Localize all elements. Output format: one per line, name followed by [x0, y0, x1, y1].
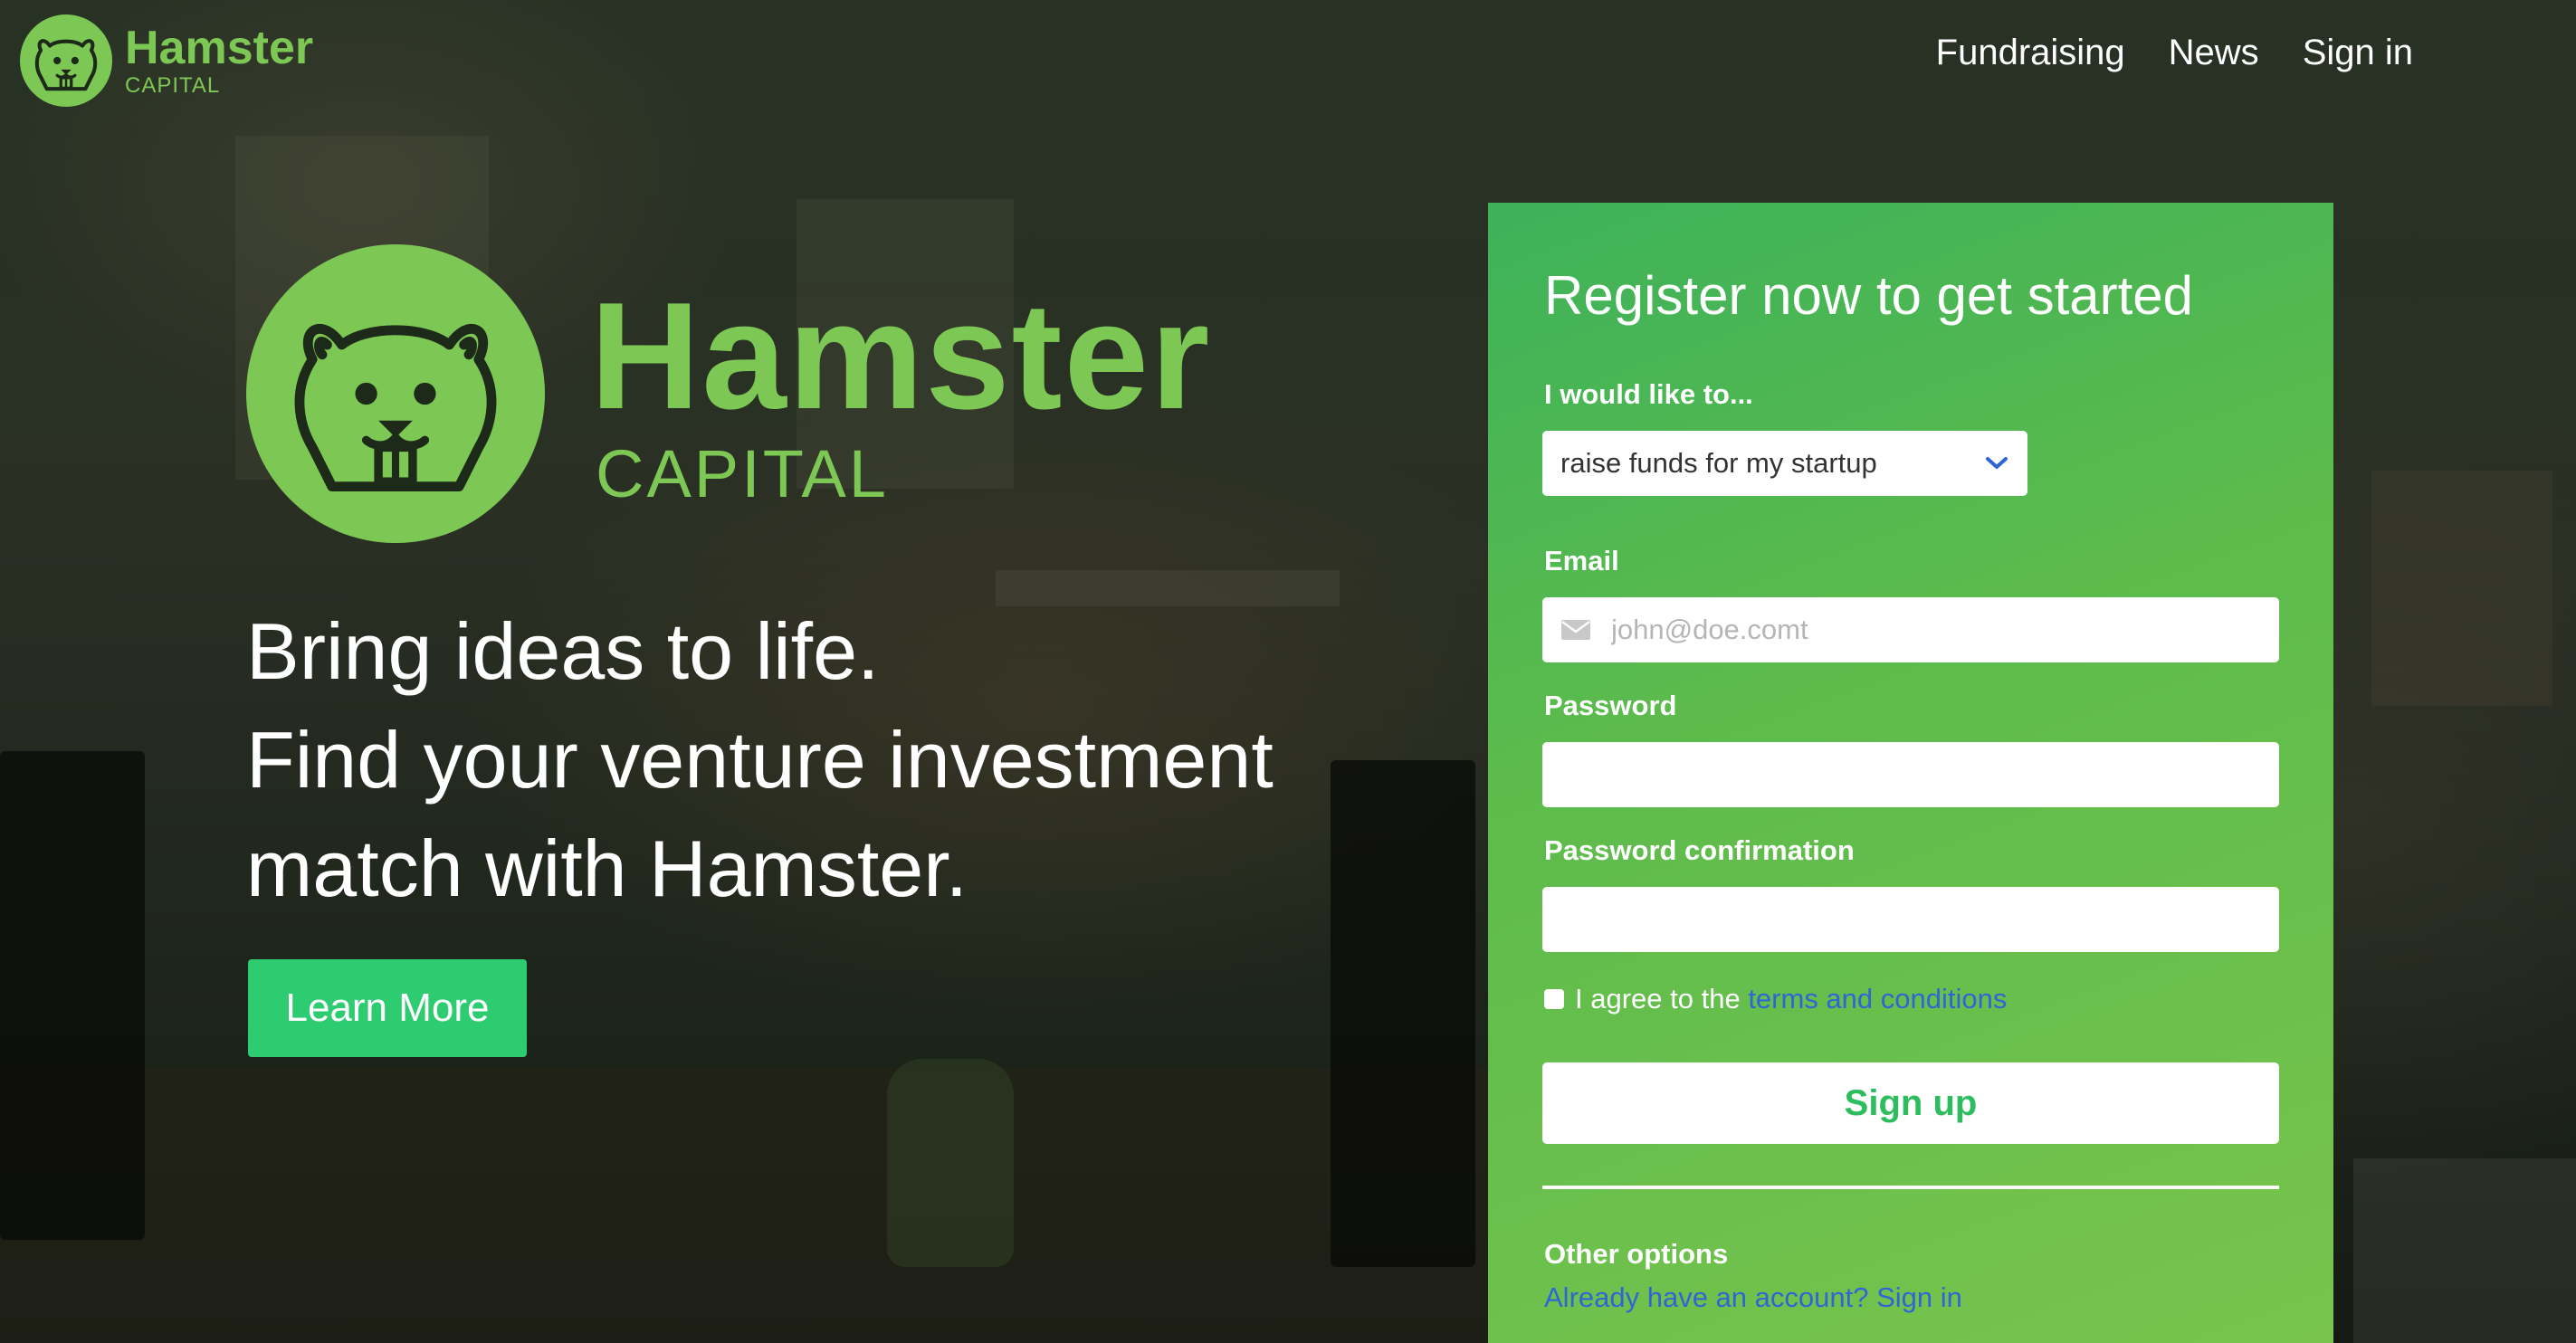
background-cabinet [2353, 1158, 2576, 1343]
nav-link-news[interactable]: News [2169, 33, 2259, 73]
hero-brand-subtitle: CAPITAL [596, 436, 889, 511]
password-confirmation-input[interactable] [1560, 886, 2261, 953]
divider [1542, 1186, 2279, 1189]
email-label: Email [1544, 545, 1619, 576]
hero-line: match with Hamster. [246, 824, 968, 913]
background-desk [0, 1068, 1539, 1343]
password-input[interactable] [1560, 741, 2261, 808]
intent-select[interactable]: raise funds for my startup [1542, 431, 2027, 496]
other-options-label: Other options [1544, 1238, 1729, 1270]
nav-link-fundraising[interactable]: Fundraising [1936, 33, 2125, 73]
intent-label: I would like to... [1544, 378, 1753, 410]
hero-line: Bring ideas to life. [246, 606, 880, 696]
nav-link-sign-in[interactable]: Sign in [2303, 33, 2413, 73]
terms-agreement-text: I agree to the [1575, 983, 1741, 1014]
email-field[interactable] [1542, 596, 2279, 663]
password-field[interactable] [1542, 741, 2279, 808]
background-monitor [0, 751, 145, 1240]
learn-more-button[interactable]: Learn More [248, 959, 527, 1057]
password-confirmation-label: Password confirmation [1544, 834, 1855, 866]
terms-checkbox[interactable] [1544, 989, 1564, 1009]
hero-wordmark: Hamster CAPITAL [590, 280, 1211, 508]
chevron-down-icon [1986, 457, 2008, 469]
sign-up-button[interactable]: Sign up [1542, 1062, 2279, 1144]
hero-brand-name: Hamster [590, 271, 1212, 441]
mail-icon [1561, 620, 1590, 640]
background-plant [887, 1059, 1014, 1267]
hamster-logo-icon [20, 14, 112, 107]
hero-logo: Hamster CAPITAL [246, 244, 1211, 543]
background-shelf [2371, 471, 2552, 706]
register-panel: Register now to get started I would like… [1488, 203, 2333, 1343]
terms-link[interactable]: terms and conditions [1748, 983, 2007, 1015]
hamster-logo-icon [246, 244, 545, 543]
sign-in-link[interactable]: Already have an account? Sign in [1544, 1281, 1962, 1314]
top-navigation: Fundraising News Sign in [1936, 33, 2413, 73]
register-title: Register now to get started [1544, 265, 2194, 326]
topbar-brand-subtitle: CAPITAL [125, 73, 221, 98]
topbar-logo[interactable]: Hamster CAPITAL [20, 14, 313, 107]
terms-agreement-row: I agree to the terms and conditions [1544, 983, 2007, 1015]
hero-line: Find your venture investment [246, 715, 1274, 805]
password-label: Password [1544, 690, 1677, 721]
topbar-brand-name: Hamster [125, 22, 314, 74]
intent-select-value: raise funds for my startup [1560, 447, 1877, 479]
email-input[interactable] [1609, 596, 2261, 663]
topbar-wordmark: Hamster CAPITAL [125, 24, 313, 97]
password-confirmation-field[interactable] [1542, 886, 2279, 953]
hero-headline: Bring ideas to life. Find your venture i… [246, 597, 1423, 923]
